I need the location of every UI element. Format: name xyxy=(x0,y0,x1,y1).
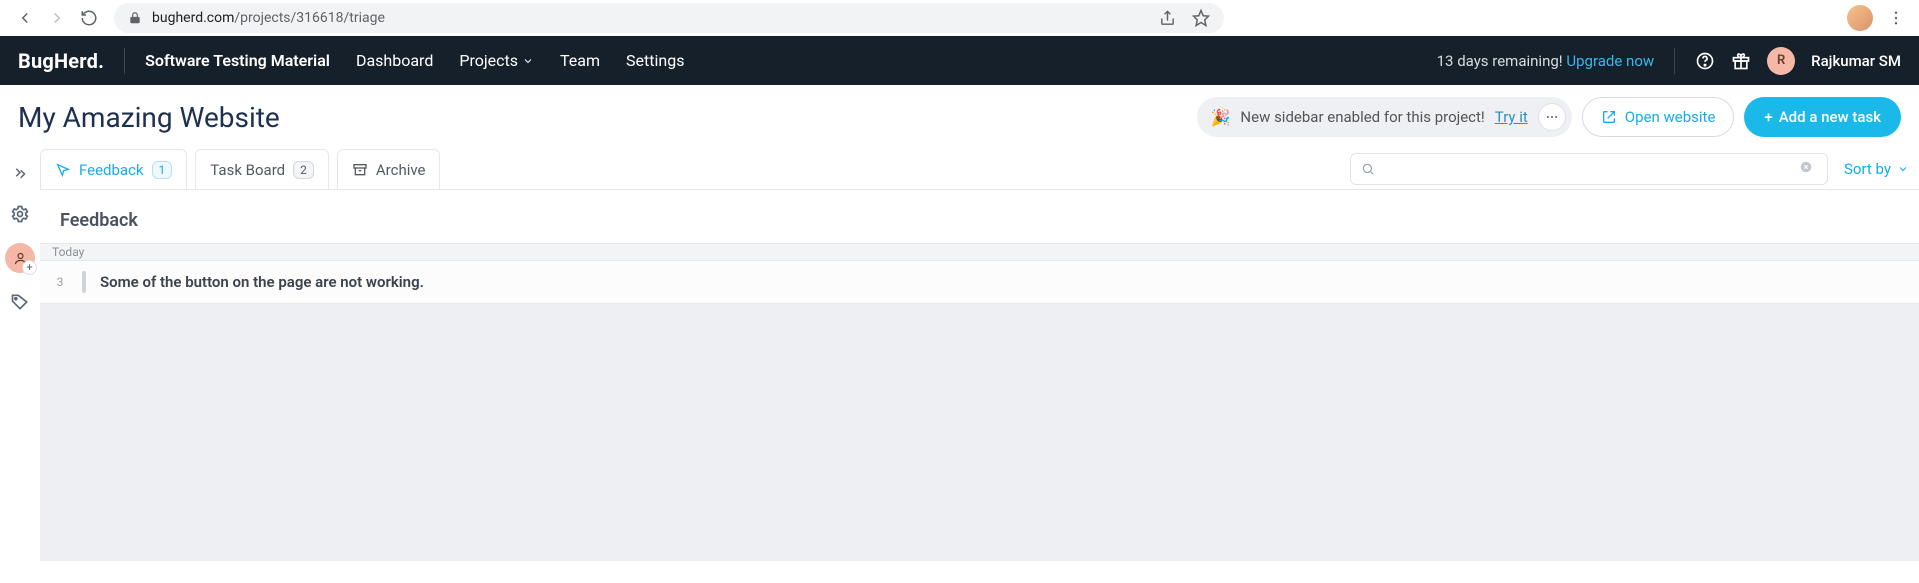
plus-icon: + xyxy=(1764,108,1772,126)
search-icon xyxy=(1361,162,1375,176)
taskboard-count-badge: 2 xyxy=(293,161,314,179)
party-icon: 🎉 xyxy=(1211,108,1231,127)
add-member-rail-button[interactable] xyxy=(5,243,35,273)
feedback-count-badge: 1 xyxy=(152,161,173,179)
sidebar-enabled-notice: 🎉 New sidebar enabled for this project! … xyxy=(1197,97,1572,137)
separator-icon xyxy=(1674,48,1675,74)
add-task-button[interactable]: + Add a new task xyxy=(1744,97,1901,137)
clear-search-icon[interactable] xyxy=(1799,160,1817,178)
user-name[interactable]: Rajkumar SM xyxy=(1811,52,1901,70)
tab-archive[interactable]: Archive xyxy=(337,149,441,189)
bookmark-star-icon[interactable] xyxy=(1192,9,1210,27)
project-title: My Amazing Website xyxy=(18,101,280,134)
trial-text: 13 days remaining! Upgrade now xyxy=(1437,52,1655,70)
tab-feedback[interactable]: Feedback 1 xyxy=(40,149,187,189)
workspace-name[interactable]: Software Testing Material xyxy=(145,51,330,70)
gift-icon[interactable] xyxy=(1731,51,1751,71)
group-header-today: Today xyxy=(40,243,1919,261)
forward-button[interactable] xyxy=(48,9,66,27)
task-number: 3 xyxy=(52,275,68,289)
share-icon[interactable] xyxy=(1159,10,1176,27)
app-header: BugHerd. Software Testing Material Dashb… xyxy=(0,36,1919,85)
nav-team[interactable]: Team xyxy=(560,51,600,70)
browser-profile-avatar[interactable] xyxy=(1847,5,1873,31)
back-button[interactable] xyxy=(16,9,34,27)
url-text: bugherd.com/projects/316618/triage xyxy=(152,10,385,26)
task-row[interactable]: 3 Some of the button on the page are not… xyxy=(40,261,1919,304)
chevron-down-icon xyxy=(1897,163,1909,175)
separator-icon xyxy=(124,48,125,74)
section-title: Feedback xyxy=(40,190,1919,243)
help-icon[interactable] xyxy=(1695,51,1715,71)
task-text: Some of the button on the page are not w… xyxy=(100,273,424,291)
expand-rail-icon[interactable] xyxy=(9,163,31,185)
reload-button[interactable] xyxy=(80,9,98,27)
try-it-link[interactable]: Try it xyxy=(1495,108,1528,126)
cursor-icon xyxy=(55,162,71,178)
nav-settings[interactable]: Settings xyxy=(626,51,684,70)
browser-menu-icon[interactable] xyxy=(1887,9,1905,27)
main-area: Feedback 1 Task Board 2 Archive xyxy=(0,149,1919,561)
open-website-button[interactable]: Open website xyxy=(1582,97,1735,137)
address-bar[interactable]: bugherd.com/projects/316618/triage xyxy=(114,3,1224,33)
left-rail xyxy=(0,149,40,561)
task-list: 3 Some of the button on the page are not… xyxy=(40,261,1919,561)
notice-more-button[interactable] xyxy=(1538,103,1566,131)
external-link-icon xyxy=(1601,109,1617,125)
settings-rail-icon[interactable] xyxy=(9,203,31,225)
chevron-down-icon xyxy=(522,55,534,67)
app-logo[interactable]: BugHerd. xyxy=(18,49,104,73)
nav-projects[interactable]: Projects xyxy=(459,51,534,70)
project-bar: My Amazing Website 🎉 New sidebar enabled… xyxy=(0,85,1919,149)
upgrade-link[interactable]: Upgrade now xyxy=(1566,52,1654,70)
search-input-wrap[interactable] xyxy=(1350,153,1828,185)
notice-text: New sidebar enabled for this project! xyxy=(1240,108,1484,126)
tabs-row: Feedback 1 Task Board 2 Archive xyxy=(40,149,1919,190)
search-input[interactable] xyxy=(1383,161,1791,177)
task-status-bar xyxy=(82,271,86,293)
user-avatar[interactable]: R xyxy=(1767,47,1795,75)
browser-bar: bugherd.com/projects/316618/triage xyxy=(0,0,1919,36)
tag-rail-icon[interactable] xyxy=(9,291,31,313)
lock-icon xyxy=(128,11,142,25)
archive-icon xyxy=(352,162,368,178)
tab-task-board[interactable]: Task Board 2 xyxy=(195,149,329,189)
nav-dashboard[interactable]: Dashboard xyxy=(356,51,433,70)
sort-by-dropdown[interactable]: Sort by xyxy=(1844,160,1909,178)
